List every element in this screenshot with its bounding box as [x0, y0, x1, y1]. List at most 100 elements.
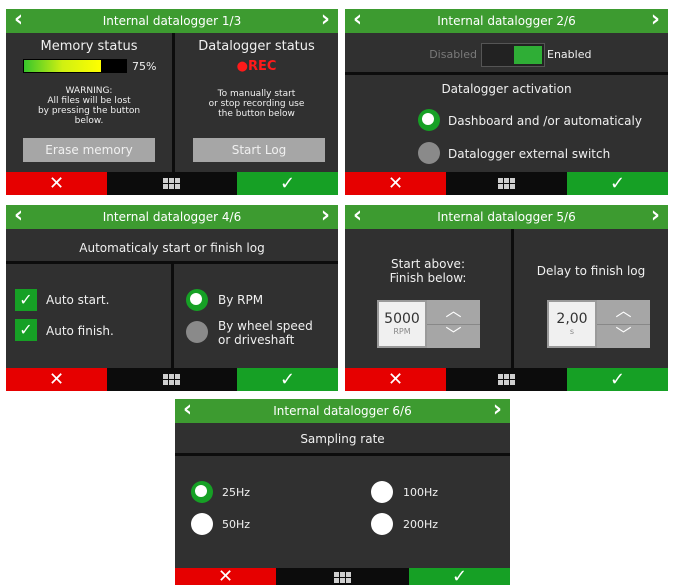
- check-icon: ✓: [609, 369, 626, 390]
- delay-label: Delay to finish log: [536, 264, 646, 278]
- datalogger-status-title: Datalogger status: [198, 39, 315, 54]
- rpm-decrement-button[interactable]: ﹀: [427, 324, 480, 348]
- prev-arrow-icon[interactable]: ‹: [183, 399, 192, 421]
- grid-menu-icon[interactable]: [163, 178, 181, 190]
- delay-increment-button[interactable]: ︿: [597, 300, 650, 325]
- grid-menu-icon[interactable]: [163, 374, 181, 386]
- by-wheel-speed-label: By wheel speed or driveshaft: [218, 319, 313, 347]
- delay-decrement-button[interactable]: ﹀: [597, 324, 650, 348]
- prev-arrow-icon[interactable]: ‹: [353, 9, 362, 31]
- divider: [511, 229, 514, 368]
- next-arrow-icon[interactable]: ›: [651, 205, 660, 227]
- radio-external-switch[interactable]: [418, 142, 440, 164]
- confirm-button[interactable]: ✓: [409, 568, 510, 585]
- panel-datalogger-2: ‹ Internal datalogger 2/6 › Disabled Ena…: [345, 9, 668, 195]
- memory-bar: [23, 59, 127, 73]
- panel-title: Internal datalogger 1/3: [102, 14, 242, 28]
- chevron-up-icon: ︿: [615, 301, 632, 320]
- cancel-button[interactable]: ✕: [6, 172, 107, 195]
- prev-arrow-icon[interactable]: ‹: [14, 205, 23, 227]
- toggle-knob: [514, 46, 542, 64]
- divider: [171, 264, 174, 368]
- confirm-button[interactable]: ✓: [567, 172, 668, 195]
- check-icon: ✓: [609, 173, 626, 194]
- warning-text: WARNING: All files will be lost by press…: [37, 86, 141, 126]
- close-icon: ✕: [387, 369, 404, 390]
- delay-value-field[interactable]: 2,00 s: [547, 300, 597, 348]
- label-25hz: 25Hz: [222, 486, 251, 499]
- auto-finish-label: Auto finish.: [46, 324, 114, 338]
- confirm-button[interactable]: ✓: [237, 172, 338, 195]
- delay-unit: s: [569, 327, 575, 336]
- chevron-down-icon: ﹀: [615, 325, 632, 344]
- cancel-button[interactable]: ✕: [345, 172, 446, 195]
- panel-header: ‹ Internal datalogger 2/6 ›: [345, 9, 668, 33]
- label-100hz: 100Hz: [403, 486, 439, 499]
- panel-header: ‹ Internal datalogger 1/3 ›: [6, 9, 338, 33]
- chevron-down-icon: ﹀: [445, 325, 462, 344]
- rpm-increment-button[interactable]: ︿: [427, 300, 480, 325]
- panel-datalogger-4: ‹ Internal datalogger 4/6 › Automaticaly…: [6, 205, 338, 391]
- panel-header: ‹ Internal datalogger 5/6 ›: [345, 205, 668, 229]
- next-arrow-icon[interactable]: ›: [321, 9, 330, 31]
- grid-menu-icon[interactable]: [497, 178, 516, 190]
- delay-stepper: ︿ ﹀: [597, 300, 650, 348]
- panel-header: ‹ Internal datalogger 6/6 ›: [175, 399, 510, 423]
- radio-dashboard[interactable]: [418, 109, 440, 131]
- rpm-value-field[interactable]: 5000 RPM: [377, 300, 427, 348]
- rpm-stepper: ︿ ﹀: [427, 300, 480, 348]
- disabled-label: Disabled: [429, 48, 477, 61]
- next-arrow-icon[interactable]: ›: [651, 9, 660, 31]
- check-icon: ✓: [451, 566, 468, 585]
- panel-datalogger-5: ‹ Internal datalogger 5/6 › Start above:…: [345, 205, 668, 391]
- panel-title: Internal datalogger 4/6: [102, 210, 242, 224]
- rpm-unit: RPM: [393, 327, 411, 336]
- prev-arrow-icon[interactable]: ‹: [14, 9, 23, 31]
- panel-datalogger-1: ‹ Internal datalogger 1/3 › Memory statu…: [6, 9, 338, 195]
- start-finish-label: Start above: Finish below:: [389, 257, 467, 285]
- label-200hz: 200Hz: [403, 518, 439, 531]
- rec-indicator: ●REC: [236, 59, 277, 74]
- start-log-button[interactable]: Start Log: [193, 138, 325, 162]
- rpm-value: 5000: [384, 311, 420, 327]
- radio-100hz[interactable]: [371, 481, 393, 503]
- prev-arrow-icon[interactable]: ‹: [353, 205, 362, 227]
- radio-by-rpm[interactable]: [186, 289, 208, 311]
- footer-bar: ✕ ✓: [345, 368, 668, 391]
- check-icon: ✓: [279, 369, 296, 390]
- radio-50hz[interactable]: [191, 513, 213, 535]
- radio-25hz[interactable]: [191, 481, 213, 503]
- enable-toggle[interactable]: [481, 43, 545, 67]
- option-dashboard-label: Dashboard and /or automaticaly: [448, 114, 642, 128]
- close-icon: ✕: [217, 566, 234, 585]
- close-icon: ✕: [48, 173, 65, 194]
- option-external-switch-label: Datalogger external switch: [448, 147, 611, 161]
- next-arrow-icon[interactable]: ›: [321, 205, 330, 227]
- activation-title: Datalogger activation: [441, 82, 572, 96]
- cancel-button[interactable]: ✕: [345, 368, 446, 391]
- panel-title: Internal datalogger 2/6: [437, 14, 576, 28]
- radio-by-wheel-speed[interactable]: [186, 321, 208, 343]
- erase-memory-button[interactable]: Erase memory: [23, 138, 155, 162]
- close-icon: ✕: [48, 369, 65, 390]
- check-icon: ✓: [19, 320, 33, 339]
- memory-status-title: Memory status: [40, 39, 138, 54]
- confirm-button[interactable]: ✓: [567, 368, 668, 391]
- radio-200hz[interactable]: [371, 513, 393, 535]
- manual-text: To manually start or stop recording use …: [208, 89, 305, 119]
- enabled-label: Enabled: [547, 48, 592, 61]
- cancel-button[interactable]: ✕: [175, 568, 276, 585]
- confirm-button[interactable]: ✓: [237, 368, 338, 391]
- grid-menu-icon[interactable]: [497, 374, 516, 386]
- delay-value: 2,00: [556, 311, 588, 327]
- panel-datalogger-6: ‹ Internal datalogger 6/6 › Sampling rat…: [175, 399, 510, 585]
- next-arrow-icon[interactable]: ›: [493, 399, 502, 421]
- auto-finish-checkbox[interactable]: ✓: [15, 319, 37, 341]
- grid-menu-icon[interactable]: [333, 572, 352, 584]
- footer-bar: ✕ ✓: [345, 172, 668, 195]
- panel-title: Internal datalogger 5/6: [437, 210, 576, 224]
- footer-bar: ✕ ✓: [6, 368, 338, 391]
- footer-bar: ✕ ✓: [6, 172, 338, 195]
- auto-start-checkbox[interactable]: ✓: [15, 289, 37, 311]
- cancel-button[interactable]: ✕: [6, 368, 107, 391]
